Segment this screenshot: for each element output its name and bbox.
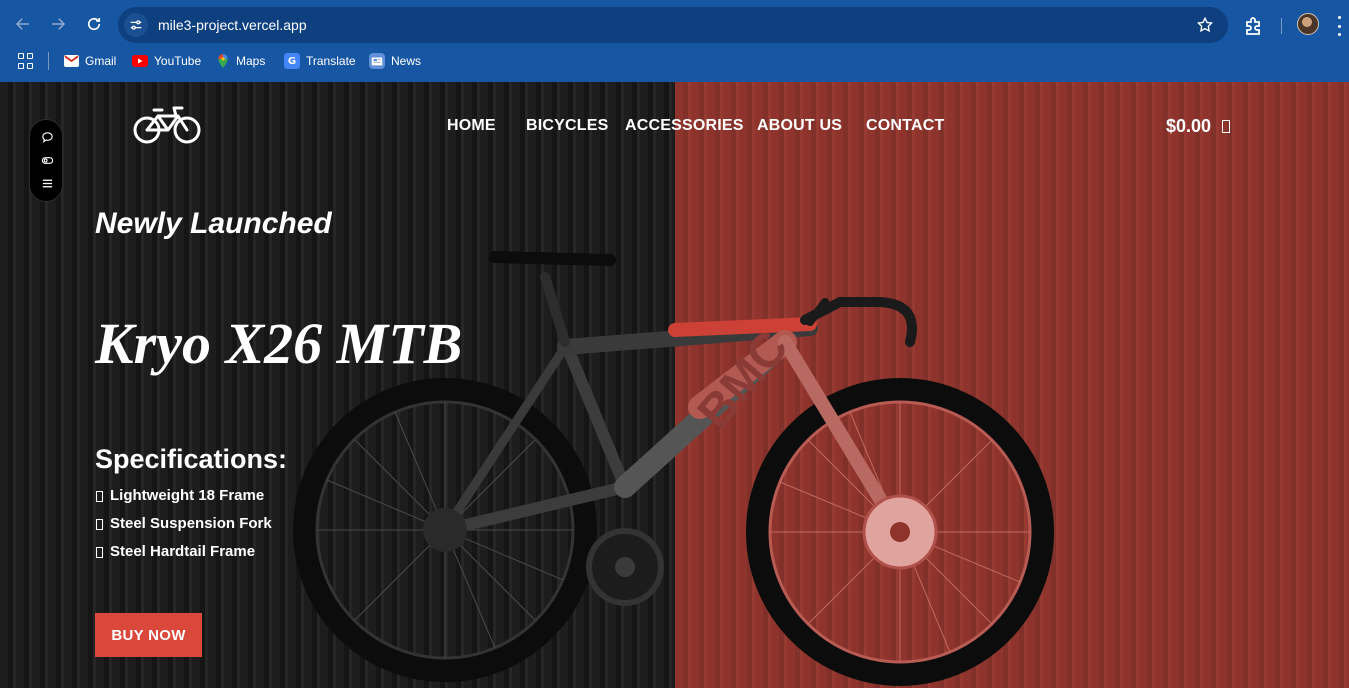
spec-item: Steel Suspension Fork [95,515,272,543]
check-icon [96,519,103,530]
reload-icon [87,17,101,31]
bookmark-youtube[interactable]: YouTube [132,51,201,71]
spec-text: Steel Suspension Fork [110,515,272,532]
cart-icon [1222,120,1231,133]
spec-item: Steel Hardtail Frame [95,543,272,571]
apps-grid-icon[interactable] [18,53,34,69]
bookmark-label: News [391,54,422,68]
nav-accessories[interactable]: ACCESSORIES [625,117,744,135]
spec-text: Steel Hardtail Frame [110,543,256,560]
gmail-icon [64,55,79,67]
news-icon [369,53,385,69]
bookmark-news[interactable]: News [369,51,421,71]
bookmark-star-icon[interactable] [1196,16,1214,34]
translate-icon: G [284,53,300,69]
hero-kicker: Newly Launched [95,207,332,240]
extensions-icon[interactable] [1242,14,1266,38]
bookmark-label: YouTube [154,54,202,68]
bookmark-translate[interactable]: G Translate [284,51,356,71]
profile-avatar[interactable] [1297,13,1319,35]
bookmark-gmail[interactable]: Gmail [64,51,116,71]
nav-about-us[interactable]: ABOUT US [757,117,842,135]
check-icon [96,491,103,502]
cart-button[interactable]: $0.00 [1166,116,1231,137]
arrow-right-icon [52,18,66,30]
address-bar[interactable]: mile3-project.vercel.app [118,7,1228,43]
chat-bubble-icon[interactable] [40,131,54,145]
bicycle-logo-icon[interactable] [132,102,204,148]
product-name: Kryo X26 MTB [95,311,463,376]
back-button[interactable] [9,10,37,38]
nav-bicycles[interactable]: BICYCLES [526,117,609,135]
bookmarks-divider [48,52,49,70]
cart-total: $0.00 [1166,116,1212,136]
site-info-icon[interactable] [124,13,148,37]
forward-button[interactable] [44,10,72,38]
spec-heading: Specifications: [95,444,288,474]
bicycle-image: BMC [293,251,1054,686]
spec-item: Lightweight 18 Frame [95,487,272,515]
check-icon [96,547,103,558]
bookmark-label: Maps [236,54,266,68]
browser-toolbar: mile3-project.vercel.app [0,4,1349,44]
hero-section: BMC HOME BICYCLES ACCESSORIES ABOUT US C… [0,82,1349,688]
bookmark-label: Translate [306,54,356,68]
floating-toolbar [29,119,63,202]
spec-list: Lightweight 18 Frame Steel Suspension Fo… [95,487,272,571]
toggle-icon[interactable] [40,154,54,168]
toolbar-divider [1281,18,1282,34]
browser-menu-icon[interactable] [1334,16,1344,36]
hamburger-menu-icon[interactable] [40,177,54,191]
url-text[interactable]: mile3-project.vercel.app [158,7,307,43]
spec-text: Lightweight 18 Frame [110,487,265,504]
nav-home[interactable]: HOME [447,117,496,135]
youtube-icon [132,55,148,67]
maps-icon [216,53,230,69]
bookmark-label: Gmail [85,54,117,68]
buy-now-button[interactable]: BUY NOW [95,613,202,657]
browser-chrome: mile3-project.vercel.app Gmail YouTube M… [0,0,1349,82]
bookmark-maps[interactable]: Maps [216,51,265,71]
bookmarks-bar: Gmail YouTube Maps G Translate News [0,47,1349,75]
arrow-left-icon [15,18,29,30]
reload-button[interactable] [80,10,108,38]
nav-contact[interactable]: CONTACT [866,117,944,135]
